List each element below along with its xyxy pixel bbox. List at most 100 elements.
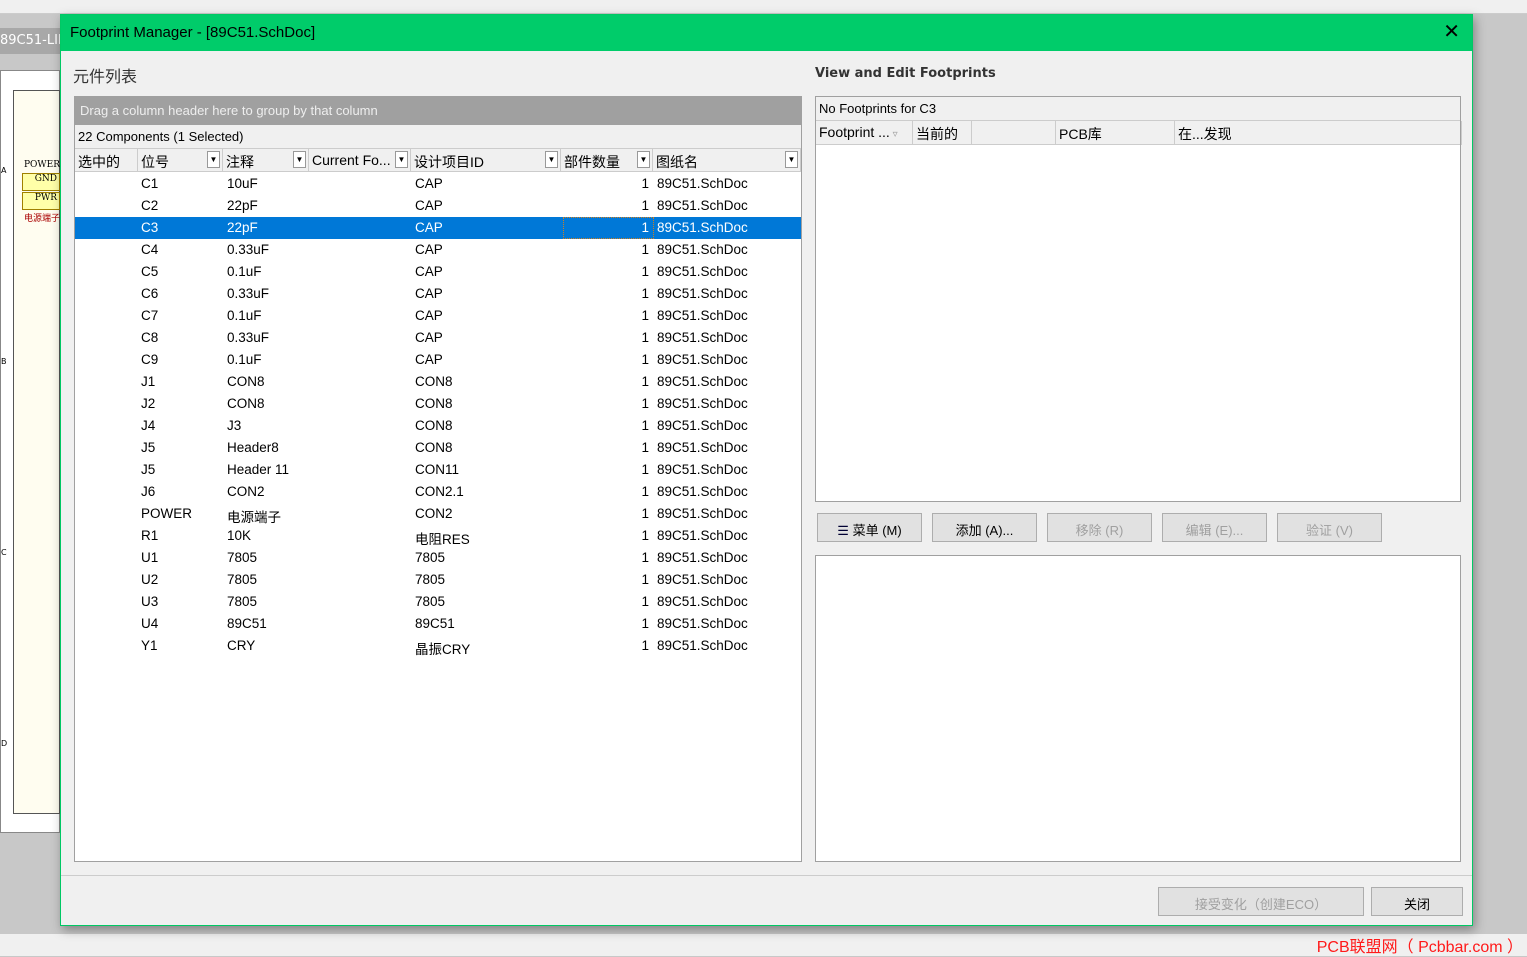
table-row[interactable]: U3 7805 7805 1 89C51.SchDoc: [75, 591, 801, 613]
column-label: Footprint ...: [819, 124, 890, 140]
cell-design-item: 7805: [415, 550, 446, 565]
button-label: 编辑 (E)...: [1185, 523, 1244, 538]
footprint-button-4[interactable]: 验证 (V): [1277, 513, 1382, 542]
close-button[interactable]: 关闭: [1371, 887, 1463, 916]
cell-comment: 7805: [227, 572, 258, 587]
cell-comment: 电源端子: [227, 510, 281, 525]
cell-designator: C6: [141, 286, 159, 301]
cell-sheet: 89C51.SchDoc: [657, 374, 748, 389]
cell-sheet: 89C51.SchDoc: [657, 418, 748, 433]
table-row[interactable]: J1 CON8 CON8 1 89C51.SchDoc: [75, 371, 801, 393]
component-grid: Drag a column header here to group by th…: [74, 96, 802, 862]
accept-changes-button[interactable]: 接受变化（创建ECO）: [1158, 887, 1364, 916]
table-row[interactable]: C1 10uF CAP 1 89C51.SchDoc: [75, 173, 801, 195]
sort-icon: ▿: [889, 129, 898, 140]
cell-design-item: CON8: [415, 418, 453, 433]
footprint-button-0[interactable]: ☰ 菜单 (M): [817, 513, 922, 542]
table-row[interactable]: C3 22pF CAP 1 89C51.SchDoc: [75, 217, 801, 239]
footer-divider: [61, 875, 1472, 876]
cell-comment: 22pF: [227, 198, 258, 213]
column-label: 设计项目ID: [414, 154, 484, 170]
footprint-grid-header: Footprint ... ▿ 当前的 PCB库 在...发现: [816, 121, 1462, 145]
table-row[interactable]: J2 CON8 CON8 1 89C51.SchDoc: [75, 393, 801, 415]
filter-dropdown-icon[interactable]: ▼: [785, 151, 798, 168]
table-row[interactable]: C6 0.33uF CAP 1 89C51.SchDoc: [75, 283, 801, 305]
cell-design-item: CAP: [415, 220, 443, 235]
footprint-column-header[interactable]: 当前的: [913, 121, 972, 145]
filter-dropdown-icon[interactable]: ▼: [395, 151, 408, 168]
cell-parts: 1: [641, 242, 649, 257]
cell-sheet: 89C51.SchDoc: [657, 264, 748, 279]
table-row[interactable]: U4 89C51 89C51 1 89C51.SchDoc: [75, 613, 801, 635]
footprint-column-header[interactable]: Footprint ... ▿: [816, 121, 913, 145]
cell-sheet: 89C51.SchDoc: [657, 352, 748, 367]
cell-parts: 1: [641, 638, 649, 653]
cell-designator: POWER: [141, 506, 193, 521]
column-header[interactable]: Current Fo... ▼: [309, 149, 411, 172]
cell-parts: 1: [641, 484, 649, 499]
footprint-button-1[interactable]: 添加 (A)...: [932, 513, 1037, 542]
cell-parts: 1: [641, 330, 649, 345]
focused-cell: [563, 217, 654, 239]
footprints-section-title: View and Edit Footprints: [815, 66, 996, 81]
table-row[interactable]: C8 0.33uF CAP 1 89C51.SchDoc: [75, 327, 801, 349]
table-row[interactable]: J5 Header8 CON8 1 89C51.SchDoc: [75, 437, 801, 459]
table-row[interactable]: C5 0.1uF CAP 1 89C51.SchDoc: [75, 261, 801, 283]
footprint-button-2[interactable]: 移除 (R): [1047, 513, 1152, 542]
status-bar: [0, 934, 1527, 956]
close-icon[interactable]: ✕: [1443, 21, 1460, 43]
table-row[interactable]: C2 22pF CAP 1 89C51.SchDoc: [75, 195, 801, 217]
cell-comment: 7805: [227, 594, 258, 609]
footprint-column-header[interactable]: PCB库: [1056, 121, 1175, 145]
filter-dropdown-icon[interactable]: ▼: [293, 151, 306, 168]
cell-sheet: 89C51.SchDoc: [657, 616, 748, 631]
table-row[interactable]: J6 CON2 CON2.1 1 89C51.SchDoc: [75, 481, 801, 503]
cell-design-item: CON8: [415, 440, 453, 455]
footprint-column-header[interactable]: 在...发现: [1175, 121, 1462, 145]
gnd-symbol: GND: [22, 173, 60, 191]
cell-comment: 10uF: [227, 176, 258, 191]
footprint-button-3[interactable]: 编辑 (E)...: [1162, 513, 1267, 542]
column-header[interactable]: 位号 ▼: [138, 149, 223, 172]
table-row[interactable]: C7 0.1uF CAP 1 89C51.SchDoc: [75, 305, 801, 327]
cell-parts: 1: [641, 352, 649, 367]
column-header[interactable]: 图纸名 ▼: [653, 149, 801, 172]
footprint-status: No Footprints for C3: [816, 97, 1460, 121]
document-tab[interactable]: 89C51-LIB: [0, 28, 67, 54]
cell-sheet: 89C51.SchDoc: [657, 242, 748, 257]
table-row[interactable]: J5 Header 11 CON11 1 89C51.SchDoc: [75, 459, 801, 481]
table-row[interactable]: U1 7805 7805 1 89C51.SchDoc: [75, 547, 801, 569]
cell-design-item: CON8: [415, 396, 453, 411]
filter-dropdown-icon[interactable]: ▼: [637, 151, 650, 168]
column-header[interactable]: 部件数量 ▼: [561, 149, 653, 172]
cell-design-item: CON8: [415, 374, 453, 389]
cell-designator: C4: [141, 242, 159, 257]
table-row[interactable]: Y1 CRY 晶振CRY 1 89C51.SchDoc: [75, 635, 801, 657]
cell-comment: 0.1uF: [227, 352, 262, 367]
column-header[interactable]: 选中的: [75, 149, 138, 172]
column-header[interactable]: 注释 ▼: [223, 149, 309, 172]
table-row[interactable]: C4 0.33uF CAP 1 89C51.SchDoc: [75, 239, 801, 261]
footprint-manager-dialog: Footprint Manager - [89C51.SchDoc] ✕ 元件列…: [60, 14, 1473, 926]
table-row[interactable]: C9 0.1uF CAP 1 89C51.SchDoc: [75, 349, 801, 371]
cell-sheet: 89C51.SchDoc: [657, 176, 748, 191]
cell-parts: 1: [641, 440, 649, 455]
cell-design-item: CAP: [415, 286, 443, 301]
cell-sheet: 89C51.SchDoc: [657, 638, 748, 653]
column-header[interactable]: 设计项目ID ▼: [411, 149, 561, 172]
cell-designator: U2: [141, 572, 159, 587]
group-by-bar[interactable]: Drag a column header here to group by th…: [75, 97, 801, 125]
table-row[interactable]: POWER 电源端子 CON2 1 89C51.SchDoc: [75, 503, 801, 525]
cell-sheet: 89C51.SchDoc: [657, 440, 748, 455]
button-label: 添加 (A)...: [955, 523, 1014, 538]
cell-parts: 1: [641, 198, 649, 213]
filter-dropdown-icon[interactable]: ▼: [207, 151, 220, 168]
table-row[interactable]: R1 10K 电阻RES 1 89C51.SchDoc: [75, 525, 801, 547]
footprint-column-header[interactable]: [972, 121, 1056, 145]
table-row[interactable]: U2 7805 7805 1 89C51.SchDoc: [75, 569, 801, 591]
filter-dropdown-icon[interactable]: ▼: [545, 151, 558, 168]
main-toolbar: [0, 0, 1527, 14]
cell-designator: C9: [141, 352, 159, 367]
table-row[interactable]: J4 J3 CON8 1 89C51.SchDoc: [75, 415, 801, 437]
column-label: 当前的: [916, 126, 958, 142]
